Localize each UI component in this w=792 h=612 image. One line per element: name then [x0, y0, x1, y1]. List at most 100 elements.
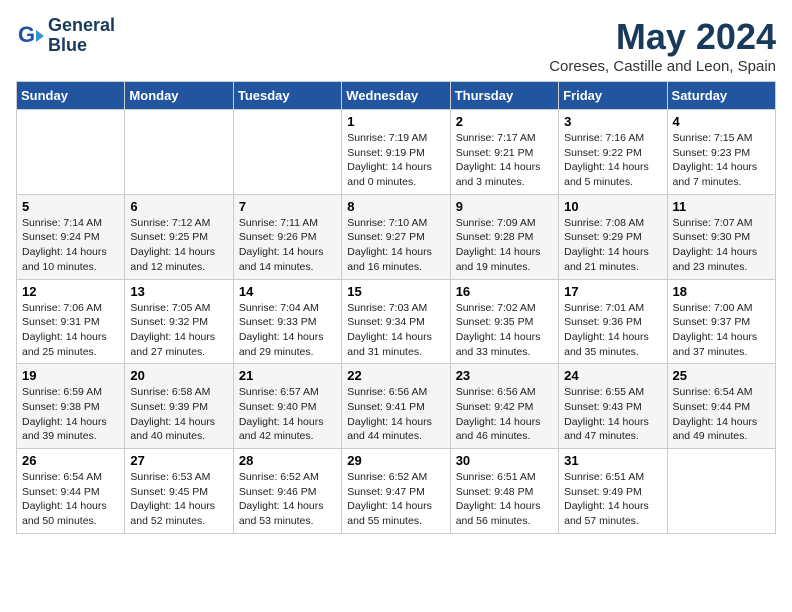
logo-text: General Blue: [48, 16, 115, 56]
day-number: 16: [456, 284, 553, 299]
day-info: Sunrise: 6:58 AM Sunset: 9:39 PM Dayligh…: [130, 385, 227, 444]
day-info: Sunrise: 7:09 AM Sunset: 9:28 PM Dayligh…: [456, 216, 553, 275]
day-info: Sunrise: 7:16 AM Sunset: 9:22 PM Dayligh…: [564, 131, 661, 190]
day-info: Sunrise: 6:52 AM Sunset: 9:46 PM Dayligh…: [239, 470, 336, 529]
day-info: Sunrise: 7:02 AM Sunset: 9:35 PM Dayligh…: [456, 301, 553, 360]
day-info: Sunrise: 7:03 AM Sunset: 9:34 PM Dayligh…: [347, 301, 444, 360]
day-number: 30: [456, 453, 553, 468]
day-number: 21: [239, 368, 336, 383]
logo-icon: G: [16, 22, 44, 50]
calendar-cell: 10Sunrise: 7:08 AM Sunset: 9:29 PM Dayli…: [559, 194, 667, 279]
day-info: Sunrise: 7:04 AM Sunset: 9:33 PM Dayligh…: [239, 301, 336, 360]
day-number: 2: [456, 114, 553, 129]
calendar-cell: 21Sunrise: 6:57 AM Sunset: 9:40 PM Dayli…: [233, 364, 341, 449]
weekday-header: Thursday: [450, 82, 558, 110]
day-info: Sunrise: 6:52 AM Sunset: 9:47 PM Dayligh…: [347, 470, 444, 529]
calendar-cell: 1Sunrise: 7:19 AM Sunset: 9:19 PM Daylig…: [342, 110, 450, 195]
day-info: Sunrise: 7:10 AM Sunset: 9:27 PM Dayligh…: [347, 216, 444, 275]
calendar-cell: 18 Sunrise: 7:00 AM Sunset: 9:37 PM Dayli…: [667, 279, 775, 364]
day-number: 3: [564, 114, 661, 129]
calendar-cell: [667, 449, 775, 534]
day-number: 7: [239, 199, 336, 214]
weekday-header: Saturday: [667, 82, 775, 110]
calendar-cell: 19 Sunrise: 6:59 AM Sunset: 9:38 PM Dayli…: [17, 364, 125, 449]
day-number: 31: [564, 453, 661, 468]
calendar-week-row: 26 Sunrise: 6:54 AM Sunset: 9:44 PM Dayli…: [17, 449, 776, 534]
calendar-week-row: 5Sunrise: 7:14 AM Sunset: 9:24 PM Daylig…: [17, 194, 776, 279]
day-info: Sunrise: 7:11 AM Sunset: 9:26 PM Dayligh…: [239, 216, 336, 275]
day-info: Sunrise: 7:00 AM Sunset: 9:37 PM Dayligh…: [673, 301, 770, 360]
day-number: 18: [673, 284, 770, 299]
month-title: May 2024: [549, 16, 776, 58]
calendar-week-row: 12 Sunrise: 7:06 AM Sunset: 9:31 PM Dayli…: [17, 279, 776, 364]
calendar-cell: 28 Sunrise: 6:52 AM Sunset: 9:46 PM Dayli…: [233, 449, 341, 534]
calendar-cell: 9 Sunrise: 7:09 AM Sunset: 9:28 PM Daylig…: [450, 194, 558, 279]
calendar-week-row: 1Sunrise: 7:19 AM Sunset: 9:19 PM Daylig…: [17, 110, 776, 195]
day-number: 22: [347, 368, 444, 383]
calendar-cell: 15 Sunrise: 7:03 AM Sunset: 9:34 PM Dayli…: [342, 279, 450, 364]
calendar-cell: 24 Sunrise: 6:55 AM Sunset: 9:43 PM Dayli…: [559, 364, 667, 449]
calendar-cell: 23 Sunrise: 6:56 AM Sunset: 9:42 PM Dayli…: [450, 364, 558, 449]
calendar-cell: [233, 110, 341, 195]
day-info: Sunrise: 7:15 AM Sunset: 9:23 PM Dayligh…: [673, 131, 770, 190]
day-number: 13: [130, 284, 227, 299]
calendar-cell: 4 Sunrise: 7:15 AM Sunset: 9:23 PM Daylig…: [667, 110, 775, 195]
day-number: 23: [456, 368, 553, 383]
calendar-cell: 7 Sunrise: 7:11 AM Sunset: 9:26 PM Daylig…: [233, 194, 341, 279]
day-info: Sunrise: 6:56 AM Sunset: 9:42 PM Dayligh…: [456, 385, 553, 444]
header: G General Blue May 2024 Coreses, Castill…: [16, 16, 776, 75]
calendar-cell: 13 Sunrise: 7:05 AM Sunset: 9:32 PM Dayli…: [125, 279, 233, 364]
logo-line1: General: [48, 16, 115, 36]
logo: G General Blue: [16, 16, 115, 56]
calendar-cell: 16 Sunrise: 7:02 AM Sunset: 9:35 PM Dayli…: [450, 279, 558, 364]
calendar-cell: 8 Sunrise: 7:10 AM Sunset: 9:27 PM Daylig…: [342, 194, 450, 279]
calendar-cell: 3 Sunrise: 7:16 AM Sunset: 9:22 PM Daylig…: [559, 110, 667, 195]
day-info: Sunrise: 7:08 AM Sunset: 9:29 PM Dayligh…: [564, 216, 661, 275]
day-number: 14: [239, 284, 336, 299]
calendar-cell: 29Sunrise: 6:52 AM Sunset: 9:47 PM Dayli…: [342, 449, 450, 534]
calendar-cell: 2Sunrise: 7:17 AM Sunset: 9:21 PM Daylig…: [450, 110, 558, 195]
day-number: 11: [673, 199, 770, 214]
day-info: Sunrise: 7:06 AM Sunset: 9:31 PM Dayligh…: [22, 301, 119, 360]
calendar-cell: 22 Sunrise: 6:56 AM Sunset: 9:41 PM Dayli…: [342, 364, 450, 449]
title-block: May 2024 Coreses, Castille and Leon, Spa…: [549, 16, 776, 75]
weekday-header: Wednesday: [342, 82, 450, 110]
calendar-cell: 27Sunrise: 6:53 AM Sunset: 9:45 PM Dayli…: [125, 449, 233, 534]
svg-text:G: G: [18, 22, 35, 47]
calendar-cell: 14 Sunrise: 7:04 AM Sunset: 9:33 PM Dayli…: [233, 279, 341, 364]
day-number: 20: [130, 368, 227, 383]
weekday-header: Monday: [125, 82, 233, 110]
calendar-cell: 30 Sunrise: 6:51 AM Sunset: 9:48 PM Dayli…: [450, 449, 558, 534]
day-info: Sunrise: 7:05 AM Sunset: 9:32 PM Dayligh…: [130, 301, 227, 360]
day-info: Sunrise: 6:59 AM Sunset: 9:38 PM Dayligh…: [22, 385, 119, 444]
day-number: 12: [22, 284, 119, 299]
day-info: Sunrise: 6:54 AM Sunset: 9:44 PM Dayligh…: [22, 470, 119, 529]
day-info: Sunrise: 6:55 AM Sunset: 9:43 PM Dayligh…: [564, 385, 661, 444]
weekday-header: Friday: [559, 82, 667, 110]
day-number: 8: [347, 199, 444, 214]
day-number: 6: [130, 199, 227, 214]
day-number: 4: [673, 114, 770, 129]
day-info: Sunrise: 6:51 AM Sunset: 9:49 PM Dayligh…: [564, 470, 661, 529]
calendar-cell: 6 Sunrise: 7:12 AM Sunset: 9:25 PM Daylig…: [125, 194, 233, 279]
calendar-cell: 11Sunrise: 7:07 AM Sunset: 9:30 PM Dayli…: [667, 194, 775, 279]
day-number: 24: [564, 368, 661, 383]
day-number: 26: [22, 453, 119, 468]
day-info: Sunrise: 6:56 AM Sunset: 9:41 PM Dayligh…: [347, 385, 444, 444]
calendar-cell: [125, 110, 233, 195]
day-number: 17: [564, 284, 661, 299]
logo-line2: Blue: [48, 36, 115, 56]
day-number: 28: [239, 453, 336, 468]
day-info: Sunrise: 7:12 AM Sunset: 9:25 PM Dayligh…: [130, 216, 227, 275]
day-number: 25: [673, 368, 770, 383]
calendar-cell: 31 Sunrise: 6:51 AM Sunset: 9:49 PM Dayli…: [559, 449, 667, 534]
day-number: 15: [347, 284, 444, 299]
day-number: 9: [456, 199, 553, 214]
calendar-cell: 17 Sunrise: 7:01 AM Sunset: 9:36 PM Dayli…: [559, 279, 667, 364]
day-info: Sunrise: 7:01 AM Sunset: 9:36 PM Dayligh…: [564, 301, 661, 360]
day-info: Sunrise: 6:51 AM Sunset: 9:48 PM Dayligh…: [456, 470, 553, 529]
calendar-cell: [17, 110, 125, 195]
day-info: Sunrise: 6:53 AM Sunset: 9:45 PM Dayligh…: [130, 470, 227, 529]
calendar-cell: 5Sunrise: 7:14 AM Sunset: 9:24 PM Daylig…: [17, 194, 125, 279]
day-number: 19: [22, 368, 119, 383]
